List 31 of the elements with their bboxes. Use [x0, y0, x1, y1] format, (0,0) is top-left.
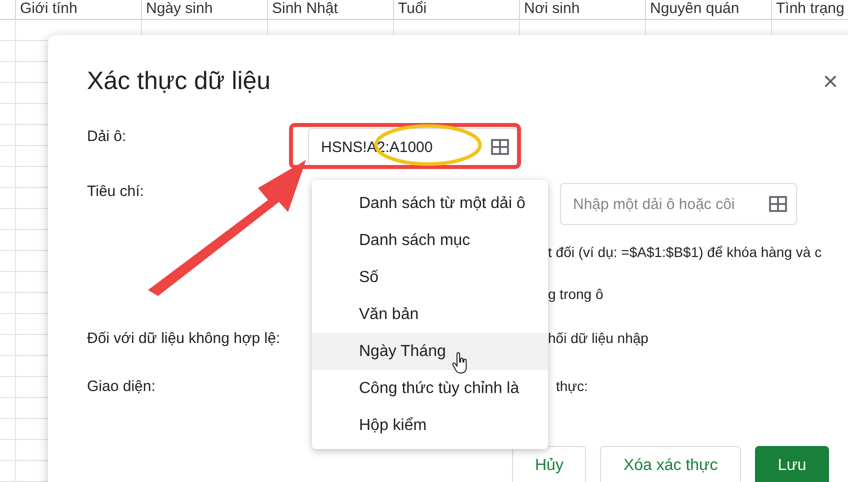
close-button[interactable]: ×	[822, 66, 838, 96]
column-header: Giới tính	[15, 0, 141, 19]
criteria-field[interactable]: Nhập một dải ô hoặc côi	[560, 183, 797, 225]
dialog-button[interactable]: Xóa xác thực	[600, 446, 741, 482]
menu-item[interactable]: Hộp kiểm	[312, 407, 548, 444]
field-label: Tiêu chí:	[87, 183, 145, 200]
field-label: Đối với dữ liệu không hợp lệ:	[87, 330, 282, 346]
menu-item[interactable]: Ngày Tháng	[312, 333, 548, 370]
column-header: Nơi sinh	[519, 0, 645, 19]
menu-item[interactable]: Công thức tùy chỉnh là	[312, 370, 548, 407]
dialog-title: Xác thực dữ liệu	[87, 66, 271, 96]
grid-icon[interactable]	[491, 139, 509, 155]
option-text: thực:	[556, 378, 588, 394]
option-text: g trong ô	[548, 286, 604, 302]
save-button[interactable]: Lưu	[754, 446, 830, 482]
column-header: Tuổi	[393, 0, 519, 19]
dialog-button[interactable]: Hủy	[512, 446, 586, 482]
menu-item[interactable]: Văn bản	[312, 296, 548, 333]
column-header: Sinh Nhật	[267, 0, 393, 19]
field-label: Giao diện:	[87, 378, 156, 394]
column-header: Tình trạng	[771, 0, 848, 19]
option-text: hối dữ liệu nhập	[548, 330, 648, 346]
column-header: Ngày sinh	[141, 0, 267, 19]
menu-item[interactable]: Số	[312, 259, 548, 296]
hand-cursor-icon	[452, 352, 468, 374]
grid-icon[interactable]	[769, 196, 787, 212]
menu-item[interactable]: Danh sách từ một dải ô	[312, 185, 548, 222]
hint-text: t đối (ví dụ: =$A$1:$B$1) để khóa hàng và c	[548, 244, 822, 260]
column-header: Nguyên quán	[645, 0, 771, 19]
menu-item[interactable]: Danh sách mục	[312, 222, 548, 259]
field-label: Dải ô:	[87, 128, 128, 145]
